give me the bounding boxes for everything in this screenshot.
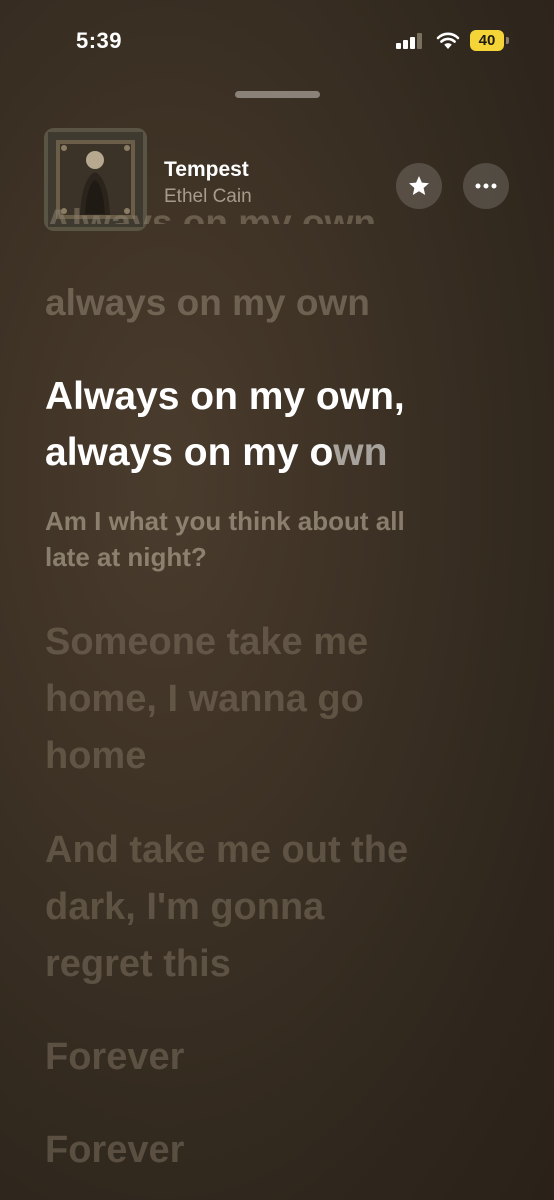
battery-tip [506, 37, 509, 44]
lyric-line-text: Someone take me [45, 621, 369, 663]
song-title[interactable]: Tempest [164, 158, 249, 182]
lyric-line-upcoming[interactable]: And take me out the dark, I'm gonna regr… [45, 822, 408, 993]
more-options-button[interactable] [463, 163, 509, 209]
lyric-next-part-1: Am I what you think about all [45, 506, 405, 536]
lyric-current-part-1: Always on my own, [45, 375, 405, 418]
star-icon [409, 176, 429, 195]
lyric-line-next[interactable]: Am I what you think about all late at ni… [45, 503, 405, 575]
lyric-line-text: regret this [45, 943, 231, 985]
battery-level: 40 [470, 30, 504, 51]
lyric-line-text: home, I wanna go [45, 678, 364, 720]
lyric-line-text: And take me out the [45, 829, 409, 871]
sheet-grabber[interactable] [235, 91, 320, 98]
lyric-line-text: Forever [45, 1129, 185, 1171]
wifi-icon [436, 32, 460, 49]
lyric-current-sung: always on my o [45, 431, 334, 474]
lyric-line-text: dark, I'm gonna [45, 886, 325, 928]
ellipsis-icon [475, 183, 497, 189]
lyric-line-text: Forever [45, 1036, 185, 1078]
status-time: 5:39 [76, 28, 123, 53]
lyric-line-previous[interactable]: always on my own [45, 278, 370, 328]
lyric-line-text: home [45, 735, 147, 777]
lyric-next-part-2: late at night? [45, 542, 207, 572]
status-bar: 5:39 40 [0, 0, 554, 84]
favorite-button[interactable] [396, 163, 442, 209]
lyric-line-current[interactable]: Always on my own, always on my own [45, 369, 405, 481]
lyric-current-unsung: wn [333, 431, 388, 474]
lyric-line-upcoming[interactable]: Forever [45, 1122, 184, 1179]
lyric-line-upcoming[interactable]: Someone take me home, I wanna go home [45, 614, 368, 785]
lyric-line-upcoming[interactable]: Forever [45, 1029, 184, 1086]
lyric-line-faded[interactable]: Always on my own, [45, 198, 386, 224]
lyric-current-part-2: always on my own [45, 425, 405, 481]
cellular-signal-icon [396, 33, 424, 49]
